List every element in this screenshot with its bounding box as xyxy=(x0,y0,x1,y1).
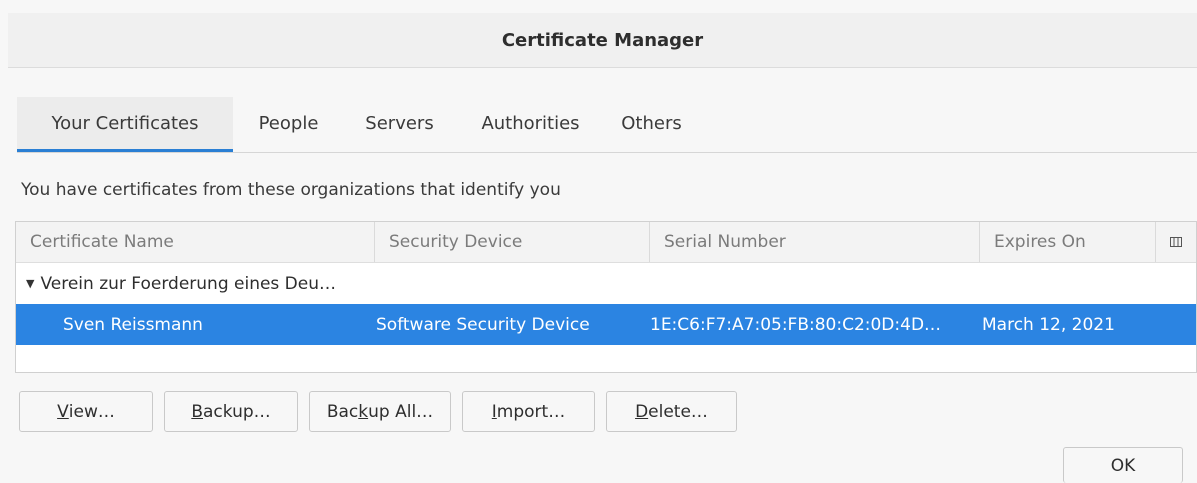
tab-your-certificates[interactable]: Your Certificates xyxy=(17,97,233,152)
tab-people[interactable]: People xyxy=(233,97,344,152)
cell-serial-number: 1E:C6:F7:A7:05:FB:80:C2:0D:4D… xyxy=(650,314,942,335)
tree-group-row[interactable]: ▼ Verein zur Foerderung eines Deu… xyxy=(16,263,1196,304)
backup-button[interactable]: Backup… xyxy=(164,391,298,432)
window-title: Certificate Manager xyxy=(501,29,704,51)
delete-button[interactable]: Delete… xyxy=(606,391,737,432)
cell-certificate-name: Sven Reissmann xyxy=(63,314,203,335)
column-header-certificate-name[interactable]: Certificate Name xyxy=(16,222,375,262)
tab-bar: Your Certificates People Servers Authori… xyxy=(17,95,1197,153)
import-button[interactable]: Import… xyxy=(462,391,595,432)
description-text: You have certificates from these organiz… xyxy=(21,180,561,200)
column-header-serial-number[interactable]: Serial Number xyxy=(650,222,980,262)
certificate-manager-window: Certificate Manager Your Certificates Pe… xyxy=(0,0,1197,483)
column-picker-icon[interactable] xyxy=(1156,222,1196,262)
ok-button[interactable]: OK xyxy=(1063,447,1183,483)
cell-security-device: Software Security Device xyxy=(376,314,590,335)
title-bar[interactable]: Certificate Manager xyxy=(8,13,1197,68)
cell-expires-on: March 12, 2021 xyxy=(982,314,1115,335)
tab-servers[interactable]: Servers xyxy=(344,97,455,152)
group-label: Verein zur Foerderung eines Deu… xyxy=(40,273,337,294)
tab-authorities[interactable]: Authorities xyxy=(455,97,606,152)
column-header-security-device[interactable]: Security Device xyxy=(375,222,650,262)
backup-all-button[interactable]: Bac k up All… xyxy=(309,391,451,432)
table-header: Certificate Name Security Device Serial … xyxy=(16,222,1196,263)
certificate-tree[interactable]: Certificate Name Security Device Serial … xyxy=(15,221,1197,373)
view-button[interactable]: View… xyxy=(19,391,153,432)
expand-triangle-icon[interactable]: ▼ xyxy=(26,277,34,290)
table-row[interactable]: Sven Reissmann Software Security Device … xyxy=(16,304,1196,345)
column-header-expires-on[interactable]: Expires On xyxy=(980,222,1156,262)
tab-others[interactable]: Others xyxy=(606,97,697,152)
